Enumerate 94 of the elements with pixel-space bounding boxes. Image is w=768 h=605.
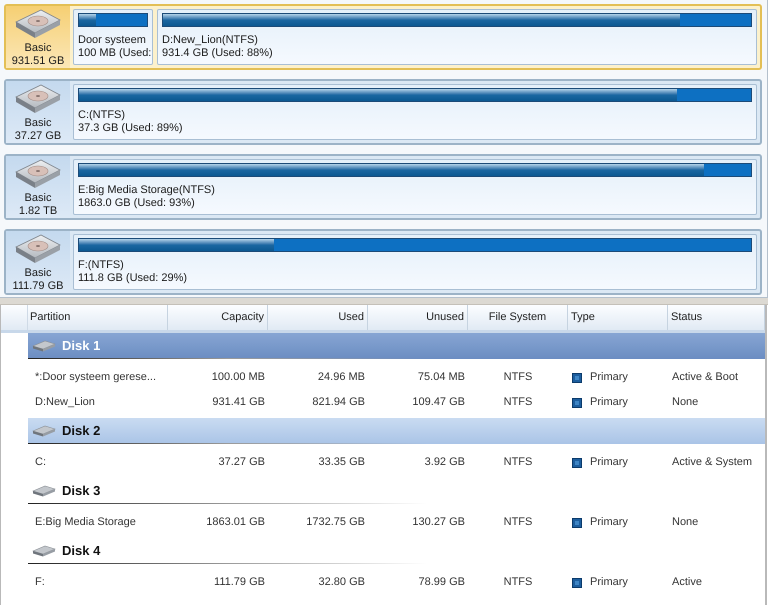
unused-value: 78.99 GB	[418, 575, 466, 590]
file-system-value: NTFS	[502, 575, 534, 590]
partition-detail: 111.8 GB (Used: 29%)	[78, 272, 188, 285]
column-header[interactable]: File System	[468, 305, 568, 330]
hard-drive-icon	[32, 340, 56, 352]
disk-name: Disk 3	[62, 482, 100, 500]
column-header[interactable]: Partition	[28, 305, 168, 330]
partition-detail: 100 MB (Used:	[78, 47, 148, 60]
disk-panel[interactable]: Basic 111.79 GB F:(NTFS) 111.8 GB (Used: 29%)	[4, 229, 762, 295]
column-header[interactable]: Status	[668, 305, 765, 330]
disk-header-row[interactable]: Disk 2	[28, 418, 765, 444]
type-value: Primary	[590, 455, 628, 470]
partition-name: E:Big Media Storage	[34, 515, 137, 530]
disk-name: Disk 2	[62, 422, 100, 440]
disk-type-label: Basic	[24, 192, 52, 205]
partition-block[interactable]: F:(NTFS) 111.8 GB (Used: 29%)	[73, 234, 757, 290]
partition-detail: 37.3 GB (Used: 89%)	[78, 122, 184, 135]
partition-block[interactable]: E:Big Media Storage(NTFS) 1863.0 GB (Used: 93%)	[73, 159, 757, 215]
partition-detail: 1863.0 GB (Used: 93%)	[78, 197, 196, 210]
disk-header-row[interactable]: Disk 4	[28, 538, 765, 564]
status-value: None	[671, 515, 700, 530]
disk-size-label: 1.82 TB	[18, 205, 58, 218]
partition-icon	[572, 578, 582, 588]
partition-block[interactable]: D:New_Lion(NTFS) 931.4 GB (Used: 88%)	[157, 9, 757, 65]
unused-value: 3.92 GB	[424, 455, 466, 470]
disk-type-label: Basic	[24, 42, 52, 55]
hard-drive-icon	[32, 545, 56, 557]
disk-tile[interactable]: Basic 1.82 TB	[6, 156, 70, 218]
file-system-value: NTFS	[502, 455, 534, 470]
partition-name: *:Door systeem gerese...	[34, 370, 158, 386]
status-value: None	[671, 395, 700, 410]
hard-drive-icon	[15, 159, 61, 189]
partition-block[interactable]: C:(NTFS) 37.3 GB (Used: 89%)	[73, 84, 757, 140]
hard-drive-icon	[15, 84, 61, 114]
file-system-value: NTFS	[502, 370, 534, 386]
capacity-value: 111.79 GB	[213, 575, 266, 590]
capacity-value: 931.41 GB	[211, 395, 266, 410]
partition-label: Door systeem	[78, 34, 147, 47]
partition-label: C:(NTFS)	[78, 109, 126, 122]
capacity-value: 100.00 MB	[210, 370, 266, 386]
partition-name: F:	[34, 575, 46, 590]
disk-name: Disk 1	[62, 337, 100, 356]
partition-icon	[572, 398, 582, 408]
partition-label: F:(NTFS)	[78, 259, 125, 272]
column-header[interactable]: Used	[268, 305, 368, 330]
disk-name: Disk 4	[62, 542, 100, 560]
capacity-value: 37.27 GB	[218, 455, 266, 470]
disk-panel[interactable]: Basic 37.27 GB C:(NTFS) 37.3 GB (Used: 89%)	[4, 79, 762, 145]
splitter-bar[interactable]	[0, 298, 768, 305]
hard-drive-icon	[32, 485, 56, 497]
type-value: Primary	[590, 515, 628, 530]
partition-icon	[572, 458, 582, 468]
disk-type-label: Basic	[24, 117, 52, 130]
column-header[interactable]: Unused	[368, 305, 468, 330]
unused-value: 75.04 MB	[416, 370, 466, 386]
status-value: Active & Boot	[671, 370, 740, 386]
used-value: 33.35 GB	[318, 455, 366, 470]
disk-size-label: 931.51 GB	[12, 55, 64, 68]
disk-header-row[interactable]: Disk 3	[28, 478, 765, 504]
used-value: 821.94 GB	[311, 395, 366, 410]
disk-tile[interactable]: Basic 37.27 GB	[6, 81, 70, 143]
column-header[interactable]: Capacity	[168, 305, 268, 330]
status-value: Active & System	[671, 455, 754, 470]
file-system-value: NTFS	[502, 395, 534, 410]
used-value: 32.80 GB	[318, 575, 366, 590]
disk-tile[interactable]: Basic 111.79 GB	[6, 231, 70, 293]
capacity-value: 1863.01 GB	[205, 515, 266, 530]
hard-drive-icon	[32, 425, 56, 437]
type-value: Primary	[590, 395, 628, 410]
unused-value: 130.27 GB	[411, 515, 466, 530]
partition-block[interactable]: Door systeem 100 MB (Used:	[73, 9, 153, 65]
disk-size-label: 111.79 GB	[12, 280, 64, 293]
partition-name: C:	[34, 455, 47, 470]
partition-name: D:New_Lion	[34, 395, 96, 410]
unused-value: 109.47 GB	[411, 395, 466, 410]
partition-icon	[572, 518, 582, 528]
disk-panel[interactable]: Basic 931.51 GB Door systeem 100 MB (Used: D:New_Lion(NTFS) 931.4 GB (Used: 88%)	[4, 4, 762, 70]
hard-drive-icon	[15, 9, 61, 39]
partition-icon	[572, 372, 582, 382]
partition-detail: 931.4 GB (Used: 88%)	[162, 47, 274, 60]
file-system-value: NTFS	[502, 515, 534, 530]
disk-tile[interactable]: Basic 931.51 GB	[6, 6, 70, 68]
partition-label: D:New_Lion(NTFS)	[162, 34, 259, 47]
used-value: 24.96 MB	[316, 370, 366, 386]
status-value: Active	[671, 575, 703, 590]
type-value: Primary	[590, 575, 628, 590]
column-header[interactable]: Type	[568, 305, 668, 330]
disk-panel[interactable]: Basic 1.82 TB E:Big Media Storage(NTFS) 1863.0 GB (Used: 93%)	[4, 154, 762, 220]
disk-size-label: 37.27 GB	[14, 130, 62, 143]
partition-label: E:Big Media Storage(NTFS)	[78, 184, 216, 197]
type-value: Primary	[590, 370, 628, 386]
hard-drive-icon	[15, 234, 61, 264]
disk-type-label: Basic	[24, 267, 52, 280]
used-value: 1732.75 GB	[305, 515, 366, 530]
